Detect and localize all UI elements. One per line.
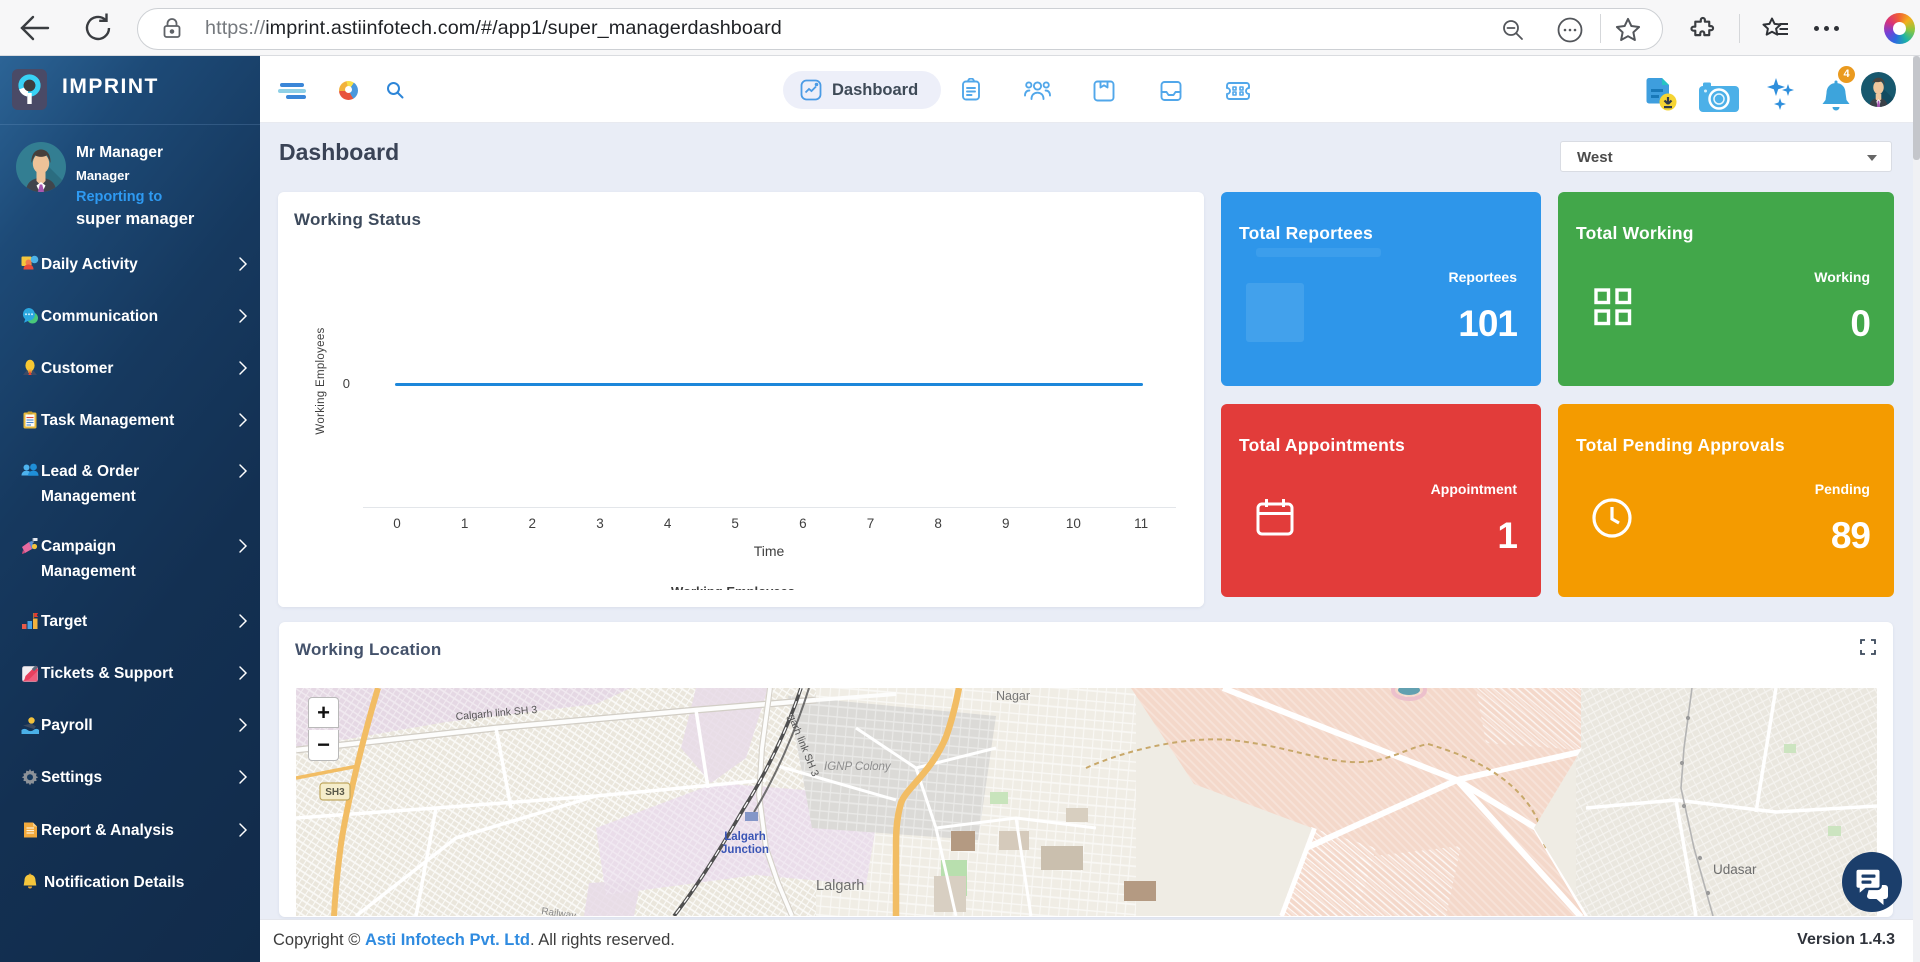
svg-text:Junction: Junction	[721, 844, 769, 856]
svg-text:Udasar: Udasar	[1713, 862, 1757, 877]
svg-text:IGNP Colony: IGNP Colony	[824, 761, 892, 773]
svg-text:Lalgarh: Lalgarh	[724, 831, 766, 843]
svg-text:SH3: SH3	[325, 787, 345, 798]
svg-text:Lalgarh: Lalgarh	[816, 878, 864, 894]
svg-text:Nagar: Nagar	[996, 689, 1030, 703]
